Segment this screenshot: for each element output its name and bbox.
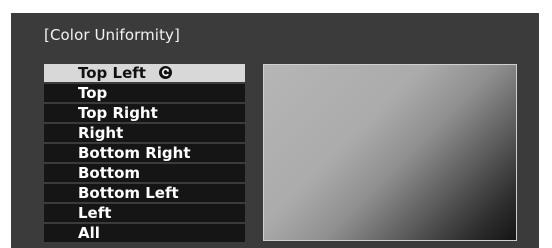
menu-item-label: Bottom [78, 164, 141, 182]
color-uniformity-panel: [Color Uniformity] Top Left Top Top Righ… [11, 13, 539, 248]
menu-item-label: All [78, 224, 100, 242]
menu-item-top-right[interactable]: Top Right [44, 104, 245, 122]
menu-item-all[interactable]: All [44, 224, 245, 242]
menu-item-top[interactable]: Top [44, 84, 245, 102]
menu-item-label: Bottom Left [78, 184, 179, 202]
menu-item-label: Left [78, 204, 112, 222]
panel-title: [Color Uniformity] [44, 26, 180, 44]
menu-item-bottom[interactable]: Bottom [44, 164, 245, 182]
menu-item-top-left[interactable]: Top Left [44, 64, 245, 82]
menu-item-label: Top Right [78, 104, 158, 122]
menu-item-left[interactable]: Left [44, 204, 245, 222]
enter-icon [159, 66, 173, 79]
menu-item-label: Top [78, 84, 108, 102]
menu-item-label: Right [78, 124, 124, 142]
region-menu: Top Left Top Top Right Right Bottom Righ… [44, 64, 245, 244]
uniformity-preview-image [263, 64, 517, 241]
menu-item-label: Top Left [78, 64, 146, 82]
menu-item-bottom-left[interactable]: Bottom Left [44, 184, 245, 202]
menu-item-bottom-right[interactable]: Bottom Right [44, 144, 245, 162]
menu-item-label: Bottom Right [78, 144, 191, 162]
menu-item-right[interactable]: Right [44, 124, 245, 142]
